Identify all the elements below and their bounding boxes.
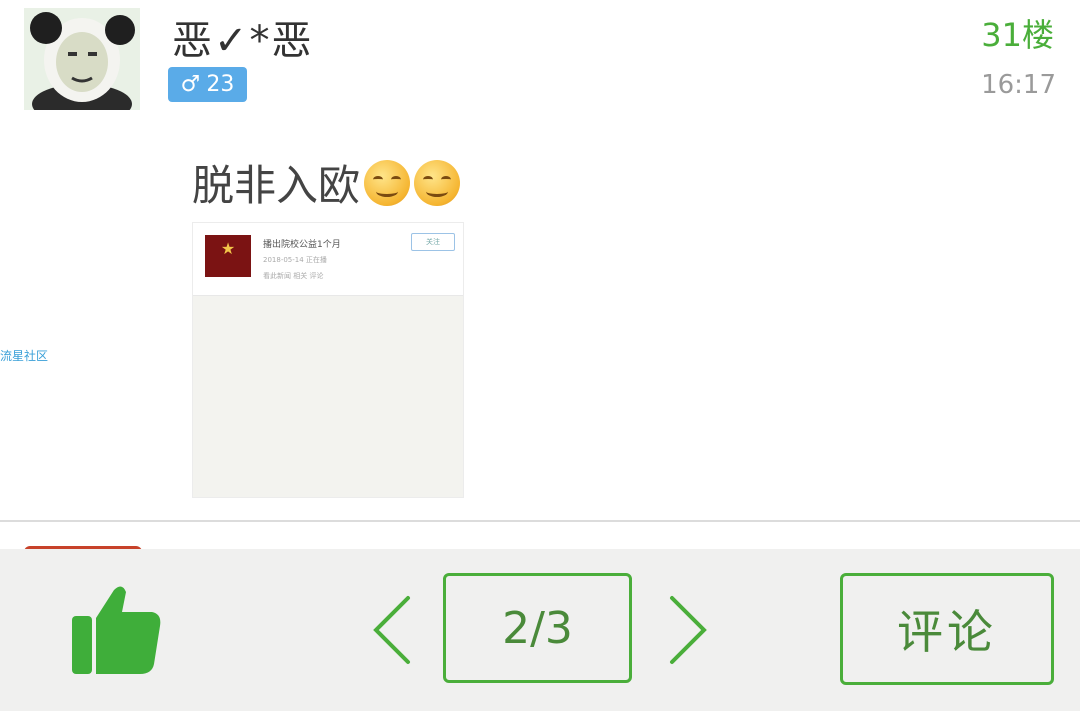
next-page-button[interactable] <box>664 594 710 666</box>
male-icon: ♂ <box>180 72 201 97</box>
comment-label: 评论 <box>897 605 997 659</box>
embedded-meta: 看此新闻 相关 评论 <box>263 272 324 280</box>
thumbs-up-icon <box>72 586 161 674</box>
user-avatar[interactable] <box>24 8 140 110</box>
gender-age-badge: ♂ 23 <box>168 67 247 102</box>
page-indicator-button[interactable]: 2/3 <box>443 573 632 683</box>
watermark: 流星社区 <box>0 349 49 363</box>
embedded-follow-button: 关注 <box>411 233 455 251</box>
page-indicator: 2/3 <box>502 602 573 654</box>
age-label: 23 <box>206 72 235 97</box>
post-text: 脱非入欧 <box>192 161 361 210</box>
smile-emoji-icon <box>364 159 411 206</box>
divider <box>0 520 1080 522</box>
chevron-left-icon <box>373 596 410 664</box>
embedded-image[interactable]: ★ 播出院校公益1个月 2018-05-14 正在播 看此新闻 相关 评论 关注 <box>192 222 464 498</box>
panda-avatar-icon <box>24 8 140 110</box>
star-logo-icon: ★ <box>205 235 251 277</box>
floor-number: 31楼 <box>981 16 1054 54</box>
post-time: 16:17 <box>981 70 1056 100</box>
embedded-subtitle: 2018-05-14 正在播 <box>263 256 327 264</box>
prev-page-button[interactable] <box>370 594 416 666</box>
embedded-title: 播出院校公益1个月 <box>263 240 341 250</box>
like-button[interactable] <box>70 582 164 676</box>
chevron-right-icon <box>670 596 707 664</box>
smile-emoji-icon <box>414 159 461 206</box>
embedded-image-header: ★ 播出院校公益1个月 2018-05-14 正在播 看此新闻 相关 评论 关注 <box>193 223 463 296</box>
post-content: 脱非入欧 <box>192 152 461 213</box>
username[interactable]: 恶✓*恶 <box>172 8 314 66</box>
comment-button[interactable]: 评论 <box>840 573 1054 685</box>
